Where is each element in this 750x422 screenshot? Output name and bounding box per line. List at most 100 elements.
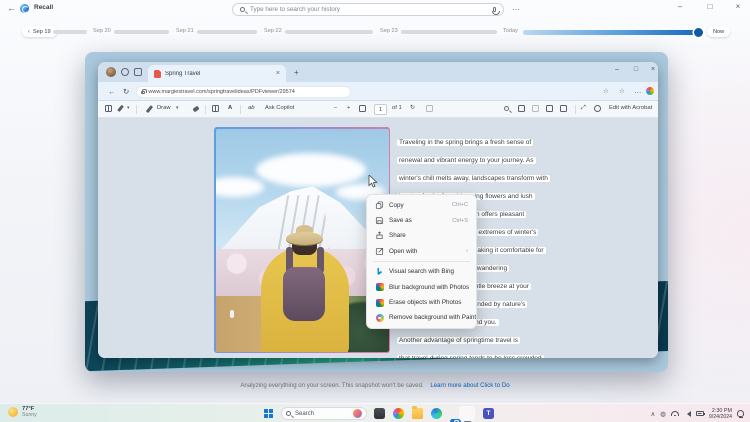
open-with-icon [375,247,384,256]
highlight-icon[interactable] [117,104,125,113]
text-line[interactable]: that travel during spring tends to be le… [397,355,544,358]
browser-refresh-icon[interactable]: ↻ [123,87,129,96]
browser-maximize-button[interactable]: □ [629,66,643,73]
menu-item-share[interactable]: Share [367,228,476,243]
browser-close-button[interactable]: × [646,66,658,73]
rotate-icon[interactable]: ↻ [410,105,415,111]
travel-photo[interactable] [214,127,390,353]
draw-dropdown-icon[interactable]: ▾ [176,105,179,111]
page-number-input[interactable]: 1 [374,103,387,115]
pdf-search-icon[interactable] [504,106,509,111]
mouse-cursor [368,174,379,193]
menu-item-save-as[interactable]: Save as Ctrl+S [367,213,476,228]
battery-icon[interactable] [695,411,705,416]
more-options-button[interactable]: … [512,3,521,12]
bing-icon [375,267,384,276]
profile-avatar[interactable] [106,67,116,77]
timeline-today-label: Today [503,28,518,34]
menu-item-copy[interactable]: Copy Ctrl+C [367,198,476,213]
weather-condition: Sunny [22,411,37,418]
tab-search-icon[interactable] [121,68,129,76]
browser-minimize-button[interactable]: – [610,66,624,73]
page-view-icon[interactable] [212,105,219,112]
taskbar-edge-icon[interactable] [431,408,442,419]
highlight-dropdown-icon[interactable]: ▾ [127,105,130,111]
notifications-bell-icon[interactable] [737,410,744,418]
new-tab-button[interactable]: + [294,68,299,77]
url-field[interactable]: www.margiestravel.com/springtravelideas/… [136,85,351,98]
microphone-icon[interactable] [492,6,502,16]
print-icon[interactable] [518,105,525,112]
save-icon [375,216,384,225]
text-line[interactable]: Another advantage of springtime travel i… [397,337,521,345]
timeline-segment[interactable] [401,30,497,34]
tab-spring-travel[interactable]: Spring Travel × [148,65,286,82]
collections-icon[interactable]: ☆ [619,87,625,95]
minimize-button[interactable]: – [672,2,688,11]
menu-item-blur-background-photos[interactable]: Blur background with Photos [367,279,476,294]
timeline-segment[interactable] [53,30,87,34]
share-icon[interactable] [560,105,567,112]
timeline-today-segment[interactable] [523,29,703,35]
browser-back-icon[interactable]: ← [108,87,116,96]
favorites-star-icon[interactable]: ☆ [603,87,609,95]
timeline-day-label: Sep 22 [264,28,282,34]
browser-more-icon[interactable]: … [634,86,642,95]
zoom-in-icon[interactable]: + [347,105,350,111]
timeline-segment[interactable] [197,30,257,34]
table-of-contents-icon[interactable] [105,105,112,112]
wifi-icon[interactable] [670,411,679,417]
bing-daily-image-icon[interactable] [353,409,362,418]
menu-item-erase-objects-photos[interactable]: Erase objects with Photos [367,295,476,310]
fullscreen-icon[interactable]: ⤢ [581,105,586,112]
history-search-input[interactable]: Type here to search your history [232,3,504,16]
ask-copilot-button[interactable]: Ask Copilot [265,105,294,111]
find-text-icon[interactable]: ab [248,105,254,111]
taskbar-app-dark-app[interactable] [374,408,385,419]
taskbar-teams-icon[interactable]: T [483,408,494,419]
save-as-icon[interactable] [546,105,553,112]
erase-icon[interactable] [192,105,200,113]
learn-more-link[interactable]: Learn more about Click to Do [430,382,509,389]
text-line[interactable]: winter's chill melts away, landscapes tr… [397,175,550,183]
pdf-file-icon [154,69,161,78]
taskbar-file-explorer-icon[interactable] [412,406,423,419]
taskbar-copilot-icon[interactable] [393,408,404,419]
close-tab-icon[interactable]: × [276,70,280,77]
draw-button[interactable]: Draw [157,105,171,111]
volume-icon[interactable] [683,410,691,417]
text-line[interactable]: renewal and vibrant energy to your journ… [397,157,536,165]
taskbar-search[interactable]: Search [281,407,367,420]
timeline-segment[interactable] [285,30,373,34]
sun-icon [8,407,18,418]
draw-pen-icon[interactable] [145,105,153,113]
timeline-now-button[interactable]: Now [707,26,731,37]
read-aloud-icon[interactable]: A [228,105,232,111]
tray-app-icon[interactable]: ◍ [660,410,666,418]
settings-gear-icon[interactable] [594,105,601,112]
copilot-icon[interactable] [646,87,654,95]
start-button[interactable] [264,409,273,418]
timeline-day-label: Sep 23 [380,28,398,34]
back-button[interactable]: ← [7,3,16,13]
timeline-segment[interactable] [114,30,169,34]
maximize-button[interactable]: □ [702,2,718,11]
timeline-position-handle[interactable] [694,27,703,37]
zoom-out-icon[interactable]: – [334,105,337,111]
recall-titlebar: ← Recall Type here to search your histor… [0,0,750,20]
timeline-prev-day-button[interactable]: ‹ Sep 19 [22,26,57,37]
hidden-icons-chevron[interactable]: ∧ [650,410,655,418]
search-placeholder: Type here to search your history [250,6,340,13]
fit-to-width-icon[interactable] [359,105,366,112]
menu-item-visual-search-bing[interactable]: Visual search with Bing [367,264,476,279]
close-button[interactable]: × [730,2,746,11]
edit-with-acrobat-button[interactable]: Edit with Acrobat [609,105,652,111]
paint-icon [375,313,384,322]
menu-item-open-with[interactable]: Open with › [367,244,476,259]
taskbar-clock[interactable]: 2:30 PM 9/24/2024 [709,408,732,420]
menu-item-remove-background-paint[interactable]: Remove background with Paint [367,310,476,325]
text-line[interactable]: Traveling in the spring brings a fresh s… [397,139,534,147]
workspaces-icon[interactable] [134,68,142,76]
save-icon [532,105,539,112]
weather-widget[interactable]: 77°F Sunny [8,406,37,418]
